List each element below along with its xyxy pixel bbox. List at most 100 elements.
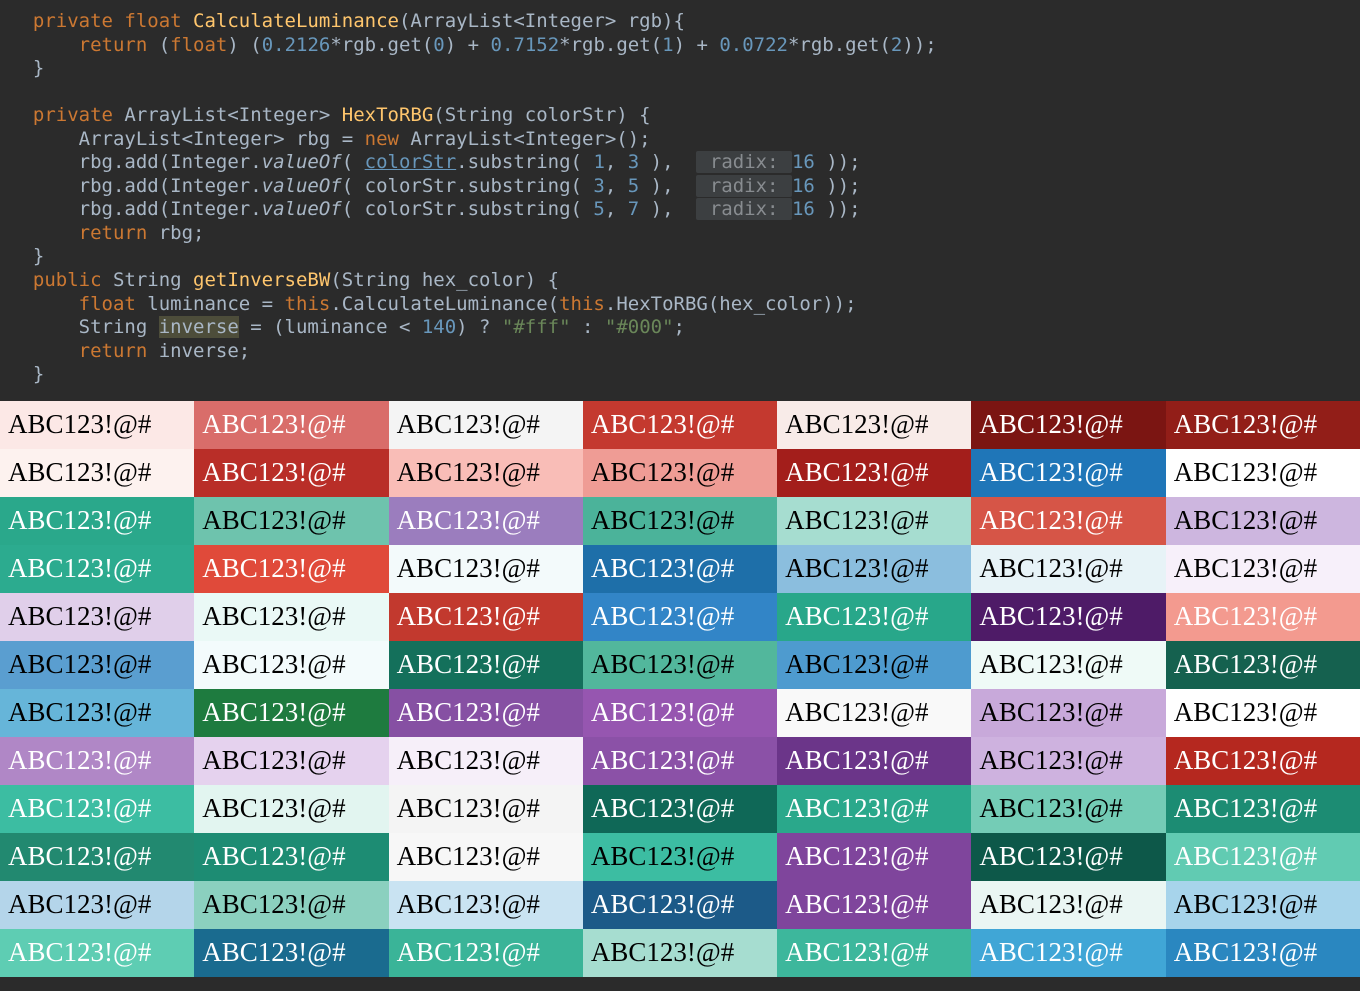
color-swatch: ABC123!@# [583,449,777,497]
color-swatch: ABC123!@# [971,929,1165,977]
code-text: , [605,198,628,220]
color-swatch: ABC123!@# [583,497,777,545]
type: String [79,316,159,338]
param-highlight: colorStr [365,151,457,173]
code-text: .CalculateLuminance( [330,293,559,315]
color-swatch: ABC123!@# [194,545,388,593]
param-hint: radix: [696,151,792,173]
color-swatch: ABC123!@# [777,545,971,593]
color-swatch: ABC123!@# [1166,449,1360,497]
color-swatch: ABC123!@# [1166,737,1360,785]
color-swatch: ABC123!@# [1166,497,1360,545]
color-swatch: ABC123!@# [583,737,777,785]
number: 3 [593,175,604,197]
color-swatch: ABC123!@# [389,881,583,929]
type: float [124,10,193,32]
code-text: rbg.add(Integer. [79,198,262,220]
code-text: luminance = [147,293,284,315]
color-swatch: ABC123!@# [971,593,1165,641]
code-text: rbg; [159,222,205,244]
color-swatch: ABC123!@# [389,641,583,689]
method-name: getInverseBW [193,269,330,291]
color-swatch: ABC123!@# [0,401,194,449]
color-swatch: ABC123!@# [583,401,777,449]
color-swatch-grid: ABC123!@#ABC123!@#ABC123!@#ABC123!@#ABC1… [0,401,1360,977]
code-text: (ArrayList<Integer> rgb){ [399,10,685,32]
color-swatch: ABC123!@# [389,593,583,641]
color-swatch: ABC123!@# [777,929,971,977]
code-text: ( [159,34,170,56]
code-text: ( [342,151,365,173]
color-swatch: ABC123!@# [0,689,194,737]
color-swatch: ABC123!@# [194,833,388,881]
color-swatch: ABC123!@# [971,497,1165,545]
code-text: )); [902,34,936,56]
code-text: ) ? [456,316,502,338]
color-swatch: ABC123!@# [0,929,194,977]
color-swatch: ABC123!@# [1166,929,1360,977]
code-text: ) + [674,34,720,56]
param-hint: radix: [696,175,792,197]
code-text: ), [639,175,696,197]
number: 5 [593,198,604,220]
color-swatch: ABC123!@# [0,785,194,833]
color-swatch: ABC123!@# [194,497,388,545]
color-swatch: ABC123!@# [1166,545,1360,593]
code-text: .substring( [456,151,593,173]
number: 5 [628,175,639,197]
number: 16 [792,175,826,197]
code-text: )); [826,198,860,220]
method-name: HexToRBG [342,104,434,126]
brace: } [33,245,44,267]
color-swatch: ABC123!@# [971,449,1165,497]
number: 0 [433,34,444,56]
color-swatch: ABC123!@# [194,593,388,641]
var-highlight: inverse [159,316,239,338]
color-swatch: ABC123!@# [583,641,777,689]
color-swatch: ABC123!@# [777,737,971,785]
code-text: ) + [445,34,491,56]
number: 0.7152 [491,34,560,56]
code-text: )); [826,175,860,197]
color-swatch: ABC123!@# [0,737,194,785]
code-text: *rgb.get( [330,34,433,56]
color-swatch: ABC123!@# [583,881,777,929]
string: "#000" [605,316,674,338]
color-swatch: ABC123!@# [583,545,777,593]
type: float [79,293,148,315]
number: 7 [628,198,639,220]
number: 16 [792,198,826,220]
keyword: this [285,293,331,315]
color-swatch: ABC123!@# [777,497,971,545]
code-text: inverse; [159,340,251,362]
color-swatch: ABC123!@# [583,593,777,641]
number: 16 [792,151,826,173]
color-swatch: ABC123!@# [777,833,971,881]
code-editor: private float CalculateLuminance(ArrayLi… [0,0,1360,401]
color-swatch: ABC123!@# [777,401,971,449]
static-method: valueOf [262,198,342,220]
number: 140 [422,316,456,338]
keyword: return [79,34,159,56]
code-text: ( colorStr.substring( [342,175,594,197]
color-swatch: ABC123!@# [194,929,388,977]
color-swatch: ABC123!@# [777,593,971,641]
color-swatch: ABC123!@# [583,929,777,977]
code-text: rbg.add(Integer. [79,151,262,173]
code-text: *rgb.get( [788,34,891,56]
code-text: (String colorStr) { [433,104,650,126]
code-text: ), [639,198,696,220]
color-swatch: ABC123!@# [1166,689,1360,737]
color-swatch: ABC123!@# [194,881,388,929]
code-text: .HexToRBG(hex_color)); [605,293,857,315]
color-swatch: ABC123!@# [0,641,194,689]
color-swatch: ABC123!@# [971,833,1165,881]
color-swatch: ABC123!@# [1166,833,1360,881]
color-swatch: ABC123!@# [0,833,194,881]
color-swatch: ABC123!@# [1166,593,1360,641]
number: 2 [891,34,902,56]
number: 3 [628,151,639,173]
color-swatch: ABC123!@# [971,737,1165,785]
code-text: ( colorStr.substring( [342,198,594,220]
color-swatch: ABC123!@# [389,785,583,833]
